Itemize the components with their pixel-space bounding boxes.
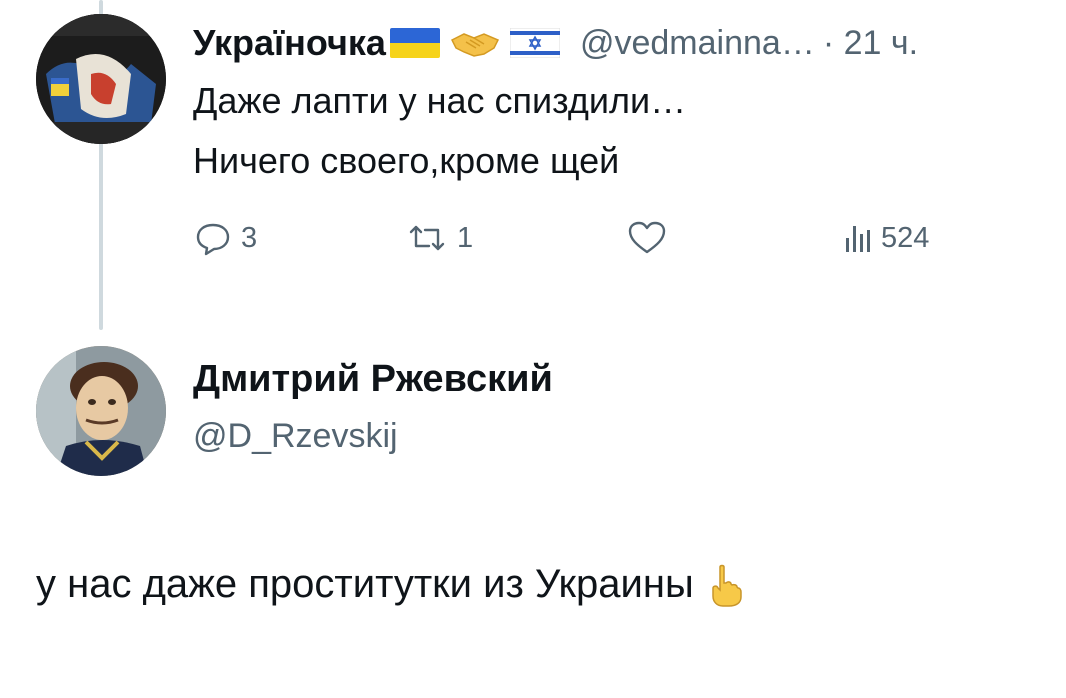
repost-icon xyxy=(409,225,445,251)
repost-count: 1 xyxy=(457,221,474,254)
avatar-poster-icon xyxy=(36,14,166,144)
views-chart-icon xyxy=(846,226,870,252)
tweet-actions: 3 1 524 xyxy=(193,218,993,262)
tweet-text-line-1: Даже лапти у нас спиздили… xyxy=(193,80,687,121)
tweet-text: у нас даже проститутки из Украины xyxy=(36,562,744,607)
reply-icon xyxy=(196,223,230,256)
reply-button[interactable]: 3 xyxy=(193,218,257,258)
israel-flag-icon xyxy=(509,27,561,59)
avatar-vedmainna[interactable] xyxy=(36,14,166,144)
tweet-header: Україночка @vedmainna… · 21 ч. xyxy=(193,22,918,64)
point-up-icon xyxy=(704,563,744,607)
views-count: 524 xyxy=(881,221,930,254)
author-display-name[interactable]: Дмитрий Ржевский xyxy=(193,358,553,401)
tweet-text-line-2: Ничего своего,кроме щей xyxy=(193,140,620,181)
author-display-name[interactable]: Україночка xyxy=(193,22,386,64)
avatar-d-rzevskij[interactable] xyxy=(36,346,166,476)
views-button[interactable]: 524 xyxy=(843,218,929,258)
author-handle[interactable]: @vedmainna… xyxy=(580,24,815,63)
ukraine-flag-icon xyxy=(389,28,440,58)
avatar-portrait-icon xyxy=(36,346,166,476)
tweet-text-content: у нас даже проститутки из Украины xyxy=(36,562,694,606)
tweet-timestamp[interactable]: · 21 ч. xyxy=(823,24,918,63)
like-button[interactable] xyxy=(625,218,677,258)
handshake-icon xyxy=(450,28,500,58)
repost-button[interactable]: 1 xyxy=(405,218,473,258)
reply-count: 3 xyxy=(241,221,258,254)
heart-icon xyxy=(628,221,666,254)
author-handle[interactable]: @D_Rzevskij xyxy=(193,417,398,456)
